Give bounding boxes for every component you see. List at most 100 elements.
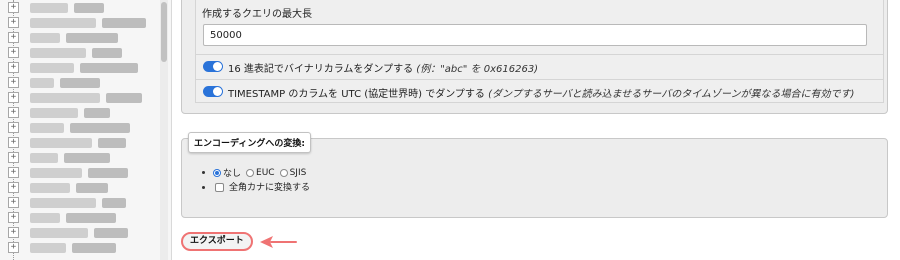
tree-item[interactable]: + [8,152,158,165]
tree-item-label [66,213,116,223]
tree-item[interactable]: + [8,212,158,225]
encoding-radio-euc[interactable] [246,168,255,177]
tree-expander-icon[interactable]: + [8,197,19,208]
tree-item[interactable]: + [8,107,158,120]
tree-item[interactable]: + [8,182,158,195]
tree-item[interactable]: + [8,47,158,60]
tree-item-label [30,108,78,118]
list-bullet [202,186,205,189]
timestamp-utc-label: TIMESTAMP のカラムを UTC (協定世界時) でダンプする (ダンプす… [228,85,854,100]
tree-item[interactable]: + [8,122,158,135]
tree-item[interactable]: + [8,227,158,240]
tree-item-label [70,123,130,133]
encoding-radio-sjis[interactable] [279,168,288,177]
tree-item-label [30,3,68,13]
tree-item-label [30,153,58,163]
timestamp-utc-option[interactable]: TIMESTAMP のカラムを UTC (協定世界時) でダンプする (ダンプす… [196,79,883,103]
tree-item[interactable]: + [8,77,158,90]
kana-conversion-option: 全角カナに変換する [202,180,310,193]
tree-item[interactable]: + [8,167,158,180]
tree-expander-icon[interactable]: + [8,92,19,103]
sql-options-box: 作成するクエリの最大長 16 進表記でバイナリカラムをダンプする (例："abc… [195,0,884,103]
encoding-radio-none[interactable] [213,168,221,177]
tree-item-label [80,63,138,73]
tree-item-label [30,33,60,43]
tree-expander-icon[interactable]: + [8,122,19,133]
tree-item-label [66,33,118,43]
arrow-pointer-icon [260,236,297,248]
tree-expander-icon[interactable]: + [8,32,19,43]
tree-item-label [106,93,142,103]
tree-item[interactable]: + [8,62,158,75]
tree-item[interactable]: + [8,2,158,15]
tree-item-label [76,183,108,193]
export-options-panel: 作成するクエリの最大長 16 進表記でバイナリカラムをダンプする (例："abc… [172,0,900,260]
tree-item-label [92,48,122,58]
tree-item-label [88,168,128,178]
hex-binary-toggle[interactable] [203,61,223,72]
hex-binary-hint: (例："abc" を 0x616263) [416,64,539,75]
encoding-legend: エンコーディングへの変換: [188,132,311,153]
sidebar-scrollbar[interactable] [160,0,168,260]
tree-expander-icon[interactable]: + [8,182,19,193]
tree-item-label [30,48,86,58]
tree-item[interactable]: + [8,197,158,210]
tree-item-label [30,198,96,208]
kana-conversion-label[interactable]: 全角カナに変換する [229,183,310,193]
tree-expander-icon[interactable]: + [8,152,19,163]
encoding-fieldset: エンコーディングへの変換: なし EUC SJIS 全角カナに変換する [181,132,888,218]
tree-item-label [30,168,82,178]
tree-expander-icon[interactable]: + [8,77,19,88]
tree-item-label [64,153,110,163]
tree-item-label [30,93,100,103]
encoding-option-sjis-label[interactable]: SJIS [290,168,307,178]
encoding-option-none-label[interactable]: なし [223,169,241,179]
timestamp-utc-toggle[interactable] [203,86,223,97]
tree-item-label [102,198,126,208]
tree-item[interactable]: + [8,137,158,150]
tree-item-label [102,18,146,28]
tree-expander-icon[interactable]: + [8,107,19,118]
tree-item-label [74,3,104,13]
sidebar-scroll-thumb[interactable] [161,2,167,62]
tree-expander-icon[interactable]: + [8,137,19,148]
tree-expander-icon[interactable]: + [8,47,19,58]
timestamp-utc-hint: (ダンプするサーバと読み込ませるサーバのタイムゾーンが異なる場合に有効です) [488,89,855,100]
tree-item-label [30,63,74,73]
tree-expander-icon[interactable]: + [8,212,19,223]
tree-item[interactable]: + [8,32,158,45]
tree-item-label [30,228,88,238]
tree-item-label [30,123,64,133]
tree-item-label [94,228,128,238]
tree-expander-icon[interactable]: + [8,227,19,238]
max-query-length-input[interactable] [203,24,867,46]
encoding-radio-group: なし EUC SJIS [202,166,311,179]
tree-item-label [84,108,110,118]
tree-item-label [30,183,70,193]
tree-item-label [30,18,96,28]
tree-expander-icon[interactable]: + [8,2,19,13]
max-query-length-label: 作成するクエリの最大長 [202,9,312,20]
output-options-fieldset: 作成するクエリの最大長 16 進表記でバイナリカラムをダンプする (例："abc… [181,0,888,114]
tree-item[interactable]: + [8,242,158,255]
export-button[interactable]: エクスポート [181,232,253,251]
tree-expander-icon[interactable]: + [8,242,19,253]
list-bullet [202,171,205,174]
tree-item-label [30,243,66,253]
encoding-option-euc-label[interactable]: EUC [256,168,275,178]
tree-item[interactable]: + [8,92,158,105]
tree-item-label [30,138,92,148]
tree-expander-icon[interactable]: + [8,62,19,73]
tree-item[interactable]: + [8,17,158,30]
tree-expander-icon[interactable]: + [8,167,19,178]
tree-item-label [30,213,60,223]
tree-item-label [98,138,126,148]
hex-binary-label: 16 進表記でバイナリカラムをダンプする (例："abc" を 0x616263… [228,60,538,75]
hex-binary-option[interactable]: 16 進表記でバイナリカラムをダンプする (例："abc" を 0x616263… [196,54,883,78]
kana-conversion-checkbox[interactable] [215,183,224,192]
timestamp-utc-label-text: TIMESTAMP のカラムを UTC (協定世界時) でダンプする [228,89,489,100]
tree-expander-icon[interactable]: + [8,17,19,28]
database-tree-sidebar: + + + + + + + + + + + + + + + + + [0,0,172,260]
hex-binary-label-text: 16 進表記でバイナリカラムをダンプする [228,64,417,75]
tree-item-label [30,78,54,88]
